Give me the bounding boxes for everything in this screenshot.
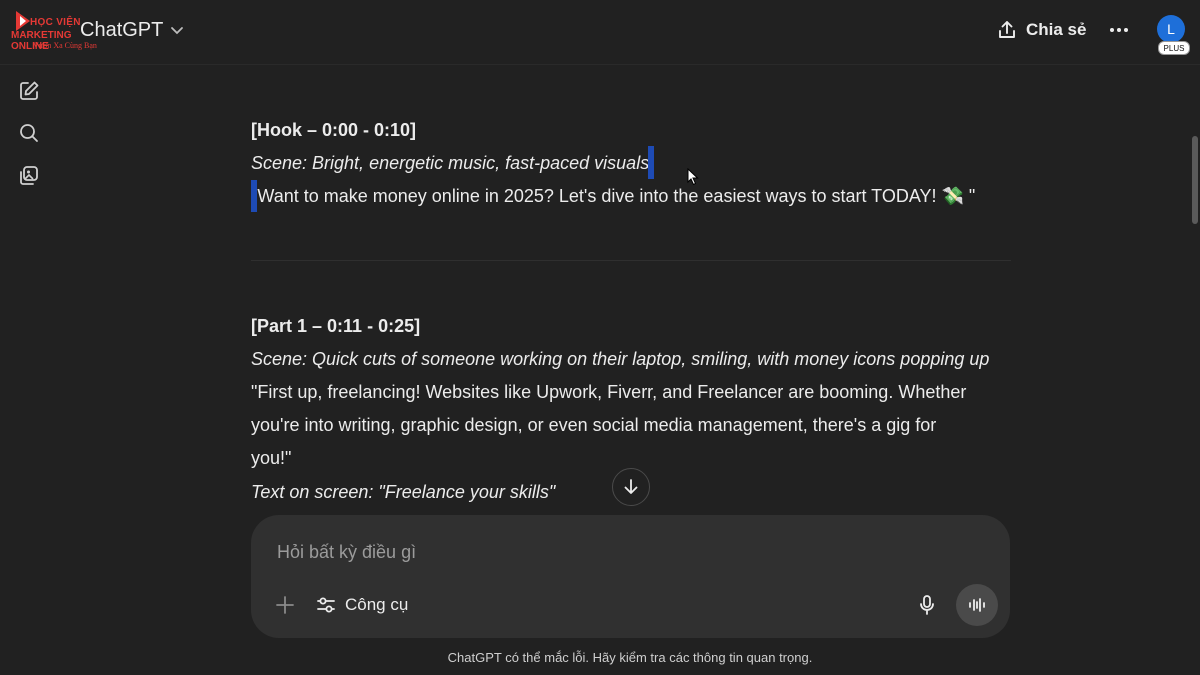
share-label: Chia sẻ: [1026, 20, 1087, 39]
top-bar: HỌC VIỆN MARKETING ONLINE Vươn Xa Cùng B…: [0, 0, 1200, 60]
sliders-icon: [317, 597, 335, 613]
scroll-to-bottom-button[interactable]: [612, 468, 650, 506]
section-divider: [251, 260, 1011, 261]
voice-mode-button[interactable]: [956, 584, 998, 626]
avatar[interactable]: L: [1157, 15, 1185, 43]
mouse-cursor-icon: [687, 168, 699, 186]
voice-waveform-icon: [969, 598, 985, 612]
part1-quote-line: "First up, freelancing! Websites like Up…: [251, 382, 967, 402]
library-icon[interactable]: [17, 164, 41, 188]
share-button[interactable]: Chia sẻ: [996, 15, 1086, 45]
new-chat-icon[interactable]: [17, 79, 41, 103]
part1-quote-line: you!": [251, 448, 292, 468]
selection-highlight: [648, 146, 654, 179]
more-options-button[interactable]: [1106, 18, 1132, 42]
microphone-icon[interactable]: [915, 593, 939, 617]
share-icon: [999, 21, 1015, 38]
scrollbar-thumb[interactable]: [1192, 136, 1198, 224]
hook-scene: Scene: Bright, energetic music, fast-pac…: [251, 153, 650, 173]
disclaimer-text: ChatGPT có thể mắc lỗi. Hãy kiểm tra các…: [447, 650, 813, 665]
model-selector[interactable]: ChatGPT: [80, 16, 184, 44]
model-name: ChatGPT: [80, 18, 164, 41]
part1-screen-text: Text on screen: "Freelance your skills": [251, 482, 556, 502]
chevron-down-icon: [171, 27, 184, 35]
arrow-down-icon: [624, 479, 638, 494]
hook-heading: [Hook – 0:00 - 0:10]: [251, 120, 417, 140]
selection-highlight: [251, 180, 257, 212]
part1-scene: Scene: Quick cuts of someone working on …: [251, 349, 990, 369]
composer: Công cụ: [251, 515, 1010, 638]
add-attachment-icon[interactable]: [273, 593, 297, 617]
part1-heading: [Part 1 – 0:11 - 0:25]: [251, 316, 421, 336]
hook-quote: "Want to make money online in 2025? Let'…: [251, 186, 976, 206]
logo-line1: HỌC VIỆN: [30, 17, 81, 28]
header-divider: [0, 64, 1200, 65]
tools-button[interactable]: Công cụ: [315, 591, 408, 619]
tools-label: Công cụ: [345, 595, 409, 614]
part1-quote-line: you're into writing, graphic design, or …: [251, 415, 937, 435]
prompt-input[interactable]: [275, 535, 899, 569]
more-horizontal-icon: [1110, 28, 1128, 32]
search-icon[interactable]: [17, 121, 41, 145]
plan-badge: PLUS: [1158, 41, 1190, 55]
